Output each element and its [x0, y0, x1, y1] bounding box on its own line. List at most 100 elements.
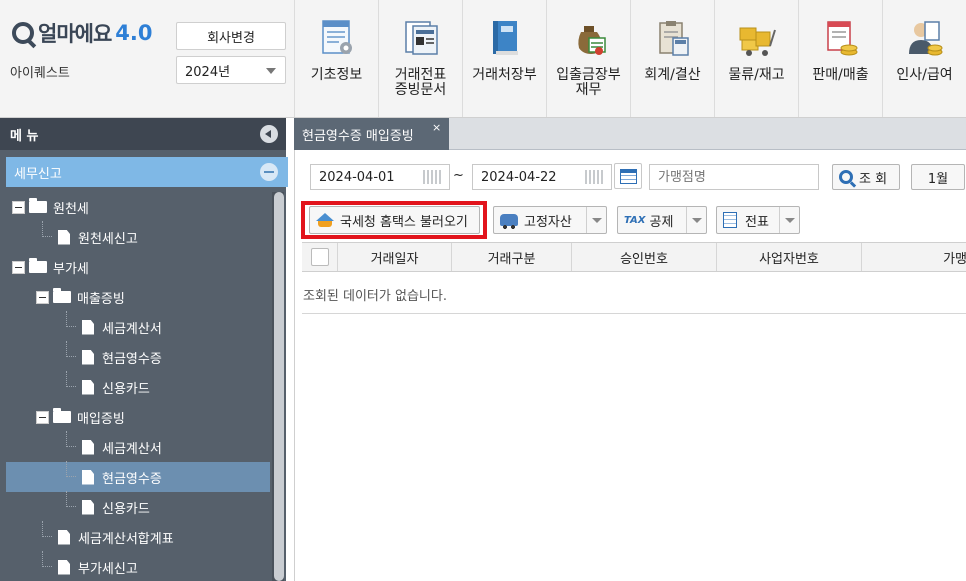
tree-connector — [42, 221, 52, 237]
tree-item-purchase-credit-card[interactable]: 신용카드 — [6, 491, 270, 522]
calendar-picker-icon[interactable] — [585, 170, 605, 184]
deduction-button[interactable]: TAX 공제 — [617, 206, 707, 234]
tree-item-label: 매입증빙 — [77, 411, 125, 427]
sidebar-section-tax-filing[interactable]: 세무신고 — [6, 157, 288, 187]
date-range-separator: ~ — [453, 168, 464, 183]
folder-icon — [53, 288, 71, 303]
tree-item-sales-cash-receipt[interactable]: 현금영수증 — [6, 341, 270, 372]
tree-item-label: 신용카드 — [102, 381, 150, 397]
sidebar-scroll-thumb[interactable] — [274, 192, 284, 581]
tree-item-sales-tax-invoice[interactable]: 세금계산서 — [6, 311, 270, 342]
menu-label: 기초정보 — [310, 67, 363, 83]
menu-sales[interactable]: 판매/매출 — [798, 0, 882, 117]
tree-connector — [66, 431, 76, 447]
slip-button[interactable]: 전표 — [716, 206, 800, 234]
tree-collapse-icon[interactable] — [36, 410, 49, 424]
menu-label: 물류/재고 — [728, 67, 785, 83]
store-name-input[interactable] — [649, 164, 819, 190]
year-value: 2024년 — [185, 64, 231, 80]
tree-item-withholding-tax[interactable]: 원천세 — [6, 192, 270, 222]
deduction-label: 공제 — [649, 214, 674, 230]
file-icon — [82, 379, 94, 395]
menu-label: 인사/급여 — [896, 67, 953, 83]
cart-boxes-icon — [739, 27, 776, 56]
tree-item-tax-invoice-summary[interactable]: 세금계산서합계표 — [6, 521, 270, 552]
tree-item-withholding-filing[interactable]: 원천세신고 — [6, 221, 270, 252]
tree-item-purchase-evidence[interactable]: 매입증빙 — [6, 402, 270, 432]
menu-basic-info[interactable]: 기초정보 — [294, 0, 378, 117]
tree-connector — [66, 491, 76, 507]
tree-item-sales-evidence[interactable]: 매출증빙 — [6, 282, 270, 312]
month-button[interactable]: 1월 — [911, 164, 965, 190]
tab-cash-receipt-purchase[interactable]: 현금영수증 매입증빙 × — [294, 118, 449, 150]
search-button[interactable]: 조 회 — [832, 164, 900, 190]
tree-item-label: 원천세 — [53, 201, 89, 217]
tree-connector — [42, 551, 52, 567]
select-all-checkbox[interactable] — [310, 248, 329, 266]
menu-voucher[interactable]: 거래전표 증빙문서 — [378, 0, 462, 117]
menu-cashbook[interactable]: 입출금장부 재무 — [546, 0, 630, 117]
section-label: 세무신고 — [14, 166, 62, 182]
menu-ledger[interactable]: 거래처장부 — [462, 0, 546, 117]
ledger-book-icon — [492, 21, 518, 55]
change-company-button[interactable]: 회사변경 — [176, 22, 286, 50]
calendar-button[interactable] — [614, 163, 642, 189]
collapse-sidebar-icon[interactable] — [260, 125, 278, 143]
dropdown-arrow-icon[interactable] — [779, 207, 799, 233]
tree-item-vat[interactable]: 부가세 — [6, 252, 270, 282]
fixed-asset-label: 고정자산 — [524, 214, 572, 230]
date-to-value: 2024-04-22 — [481, 169, 557, 185]
menu-accounting[interactable]: 회계/결산 — [630, 0, 714, 117]
tree-connector — [66, 341, 76, 357]
date-from-input[interactable]: 2024-04-01 — [310, 164, 450, 190]
tree-item-label: 세금계산서합계표 — [78, 531, 174, 547]
tree-item-vat-filing[interactable]: 부가세신고 — [6, 551, 270, 581]
tree-collapse-icon[interactable] — [12, 200, 25, 214]
app-logo: 얼마에요 4.0 — [12, 20, 152, 46]
file-icon — [58, 559, 70, 575]
logo-q-icon — [12, 22, 34, 44]
sidebar-title: 메 뉴 — [10, 128, 39, 144]
date-from-value: 2024-04-01 — [319, 169, 395, 185]
date-to-input[interactable]: 2024-04-22 — [472, 164, 612, 190]
slip-label: 전표 — [745, 214, 769, 230]
settings-form-icon — [321, 20, 352, 54]
dropdown-arrow-icon[interactable] — [686, 207, 706, 233]
dropdown-arrow-icon[interactable] — [586, 207, 606, 233]
column-header-date[interactable]: 거래일자 — [338, 243, 452, 271]
column-header-type[interactable]: 거래구분 — [452, 243, 572, 271]
collapse-section-icon[interactable] — [260, 163, 278, 181]
logo-version: 4.0 — [115, 21, 153, 45]
tree-connector — [66, 371, 76, 387]
column-header-business-no[interactable]: 사업자번호 — [717, 243, 862, 271]
tree-collapse-icon[interactable] — [36, 290, 49, 304]
person-coins-icon — [908, 21, 942, 56]
column-header-store[interactable]: 가맹 — [862, 243, 966, 271]
calendar-picker-icon[interactable] — [423, 170, 443, 184]
year-select[interactable]: 2024년 — [176, 56, 286, 84]
folder-icon — [29, 198, 47, 213]
menu-hr-payroll[interactable]: 인사/급여 — [882, 0, 966, 117]
tree-item-label: 원천세신고 — [78, 231, 138, 247]
tree-item-sales-credit-card[interactable]: 신용카드 — [6, 371, 270, 402]
company-name: 아이퀘스트 — [10, 66, 70, 81]
file-icon — [82, 469, 94, 485]
sidebar-scrollbar[interactable] — [272, 192, 284, 581]
menu-logistics[interactable]: 물류/재고 — [714, 0, 798, 117]
sidebar: 메 뉴 세무신고 원천세 원천세신고 부가세 매출증빙 세금계산서 현금영수증 … — [0, 118, 288, 581]
tree-item-label: 신용카드 — [102, 501, 150, 517]
column-header-approval-no[interactable]: 승인번호 — [572, 243, 717, 271]
logo-brand: 얼마에요 — [38, 22, 112, 46]
clipboard-calculator-icon — [658, 21, 689, 56]
tree-item-purchase-cash-receipt[interactable]: 현금영수증 — [6, 461, 270, 492]
menu-label: 거래처장부 — [472, 67, 537, 83]
tree-connector — [66, 461, 76, 477]
file-icon — [82, 499, 94, 515]
tree-collapse-icon[interactable] — [12, 260, 25, 274]
voucher-icon — [404, 21, 438, 55]
grid-select-all-cell — [302, 243, 338, 271]
close-tab-icon[interactable]: × — [432, 121, 441, 134]
fixed-asset-button[interactable]: 고정자산 — [493, 206, 607, 234]
chevron-down-icon — [266, 68, 276, 74]
tree-item-purchase-tax-invoice[interactable]: 세금계산서 — [6, 431, 270, 462]
